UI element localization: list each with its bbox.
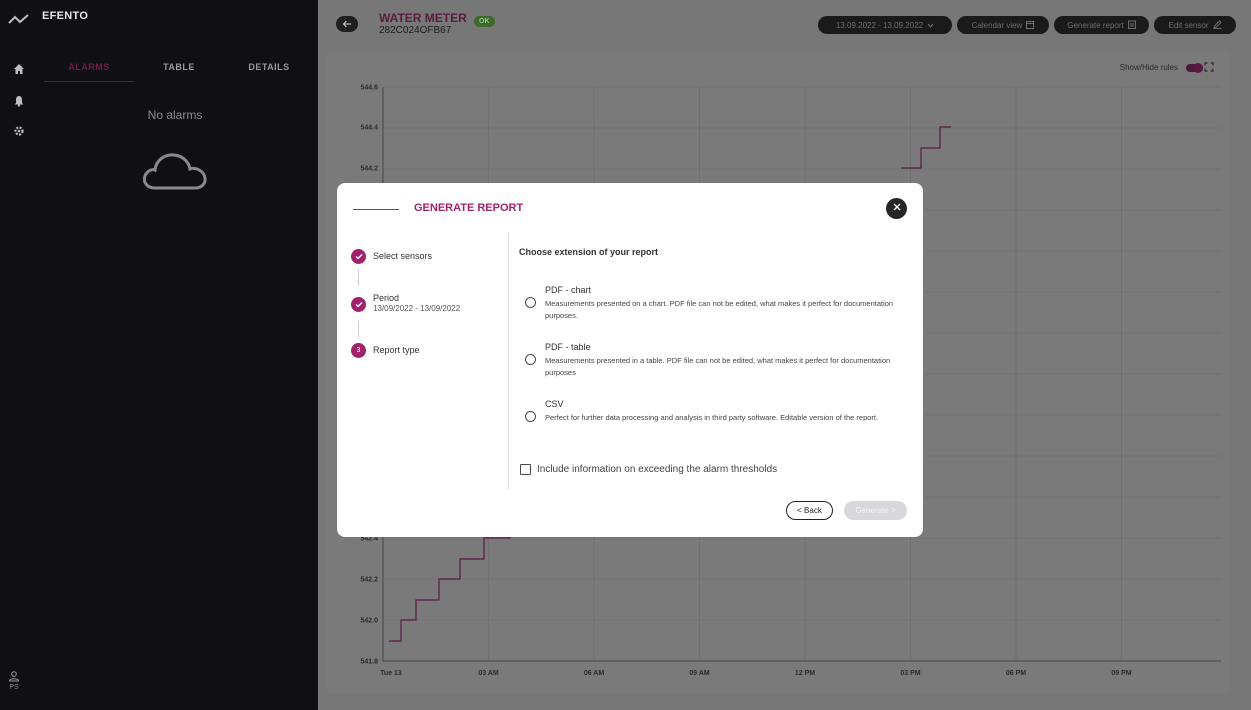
title-decoration-line: [353, 209, 399, 210]
step-label: Report type: [373, 345, 420, 355]
y-tick-label: 542.0: [360, 618, 378, 625]
step-period: Period 13/09/2022 - 13/09/2022: [351, 293, 460, 314]
sensor-name: WATER METER: [379, 11, 467, 25]
step-label: Period: [373, 293, 400, 303]
tab-alarms[interactable]: ALARMS: [44, 60, 134, 82]
generate-report-label: Generate report: [1067, 20, 1124, 30]
x-tick-label: 03 PM: [900, 670, 920, 677]
option-title: PDF - table: [545, 342, 591, 352]
x-tick-label: 09 PM: [1111, 670, 1131, 677]
gear-icon[interactable]: [12, 124, 26, 138]
y-tick-label: 541.8: [360, 659, 378, 666]
series-line-segment: [389, 537, 511, 642]
step-connector: [358, 321, 359, 338]
sensor-id: 282C024OFB67: [379, 25, 452, 36]
x-tick-label: 06 PM: [1006, 670, 1026, 677]
y-tick-label: 544.6: [360, 85, 378, 92]
modal-title: GENERATE REPORT: [414, 202, 524, 214]
alarm-thresholds-label[interactable]: Include information on exceeding the ala…: [537, 464, 777, 475]
y-tick-label: 542.2: [360, 577, 378, 584]
y-tick-label: 544.2: [360, 166, 378, 173]
radio-pdf-table[interactable]: [525, 354, 536, 365]
tab-table[interactable]: TABLE: [134, 60, 224, 82]
check-icon: [351, 249, 366, 264]
option-description: Measurements presented in a table. PDF f…: [545, 356, 891, 377]
x-tick-label: 03 AM: [478, 670, 499, 677]
section-title: Choose extension of your report: [519, 247, 659, 257]
tab-details[interactable]: DETAILS: [224, 60, 314, 82]
empty-state-text: No alarms: [147, 108, 203, 122]
status-badge: OK: [474, 16, 495, 27]
alarm-thresholds-checkbox[interactable]: [520, 464, 531, 475]
series-line-segment: [901, 126, 951, 169]
user-account-icon[interactable]: PS: [5, 670, 23, 691]
radio-pdf-chart[interactable]: [525, 297, 536, 308]
user-initials: PS: [9, 684, 19, 691]
modal-divider: [508, 233, 509, 489]
step-report-type: 3 Report type: [351, 343, 420, 358]
cloud-icon: [141, 150, 209, 197]
side-navigation: PS EFENTO ALARMS TABLE DETAILS No alarms: [0, 0, 318, 710]
calendar-view-label: Calendar view: [971, 20, 1023, 30]
close-button[interactable]: [886, 198, 907, 219]
back-arrow-button[interactable]: [336, 16, 358, 32]
x-tick-label: Tue 13: [380, 670, 402, 677]
option-title: PDF - chart: [545, 285, 592, 295]
generate-button[interactable]: Generate >: [844, 501, 907, 520]
generate-report-modal: GENERATE REPORT Select sensors Period 13…: [337, 183, 923, 537]
x-tick-label: 06 AM: [584, 670, 605, 677]
bell-alarm-icon[interactable]: [12, 94, 26, 108]
option-title: CSV: [545, 399, 564, 409]
edit-sensor-button[interactable]: Edit sensor: [1154, 16, 1236, 34]
step-number: 3: [351, 343, 366, 358]
back-button[interactable]: < Back: [786, 501, 833, 520]
option-description: Perfect for further data processing and …: [545, 413, 879, 422]
option-description: Measurements presented on a chart. PDF f…: [545, 299, 894, 320]
check-icon: [351, 297, 366, 312]
x-tick-label: 09 AM: [689, 670, 710, 677]
chevron-down-icon: [927, 21, 934, 30]
icon-rail: PS: [0, 0, 36, 710]
brand-name: EFENTO: [42, 10, 89, 22]
calendar-view-button[interactable]: Calendar view: [957, 16, 1049, 34]
close-icon: [893, 203, 901, 214]
pencil-icon: [1212, 19, 1222, 31]
edit-sensor-label: Edit sensor: [1168, 20, 1209, 30]
step-period-range: 13/09/2022 - 13/09/2022: [373, 304, 461, 313]
step-select-sensors: Select sensors: [351, 249, 432, 264]
sidebar-tabs: ALARMS TABLE DETAILS: [44, 60, 314, 82]
radio-csv[interactable]: [525, 411, 536, 422]
report-icon: [1127, 20, 1136, 31]
home-icon[interactable]: [12, 62, 26, 76]
step-label: Select sensors: [373, 251, 433, 261]
sensor-header: WATER METER OK 282C024OFB67 13.09.2022 -…: [318, 0, 1251, 50]
calendar-icon: [1026, 20, 1035, 31]
date-range-text: 13.09.2022 - 13.09.2022: [835, 20, 924, 30]
date-range-dropdown[interactable]: 13.09.2022 - 13.09.2022: [818, 16, 952, 34]
x-tick-label: 12 PM: [795, 670, 815, 677]
generate-report-button[interactable]: Generate report: [1054, 16, 1149, 34]
y-tick-label: 544.4: [360, 125, 378, 132]
logo-icon: [8, 12, 30, 30]
step-connector: [358, 269, 359, 286]
